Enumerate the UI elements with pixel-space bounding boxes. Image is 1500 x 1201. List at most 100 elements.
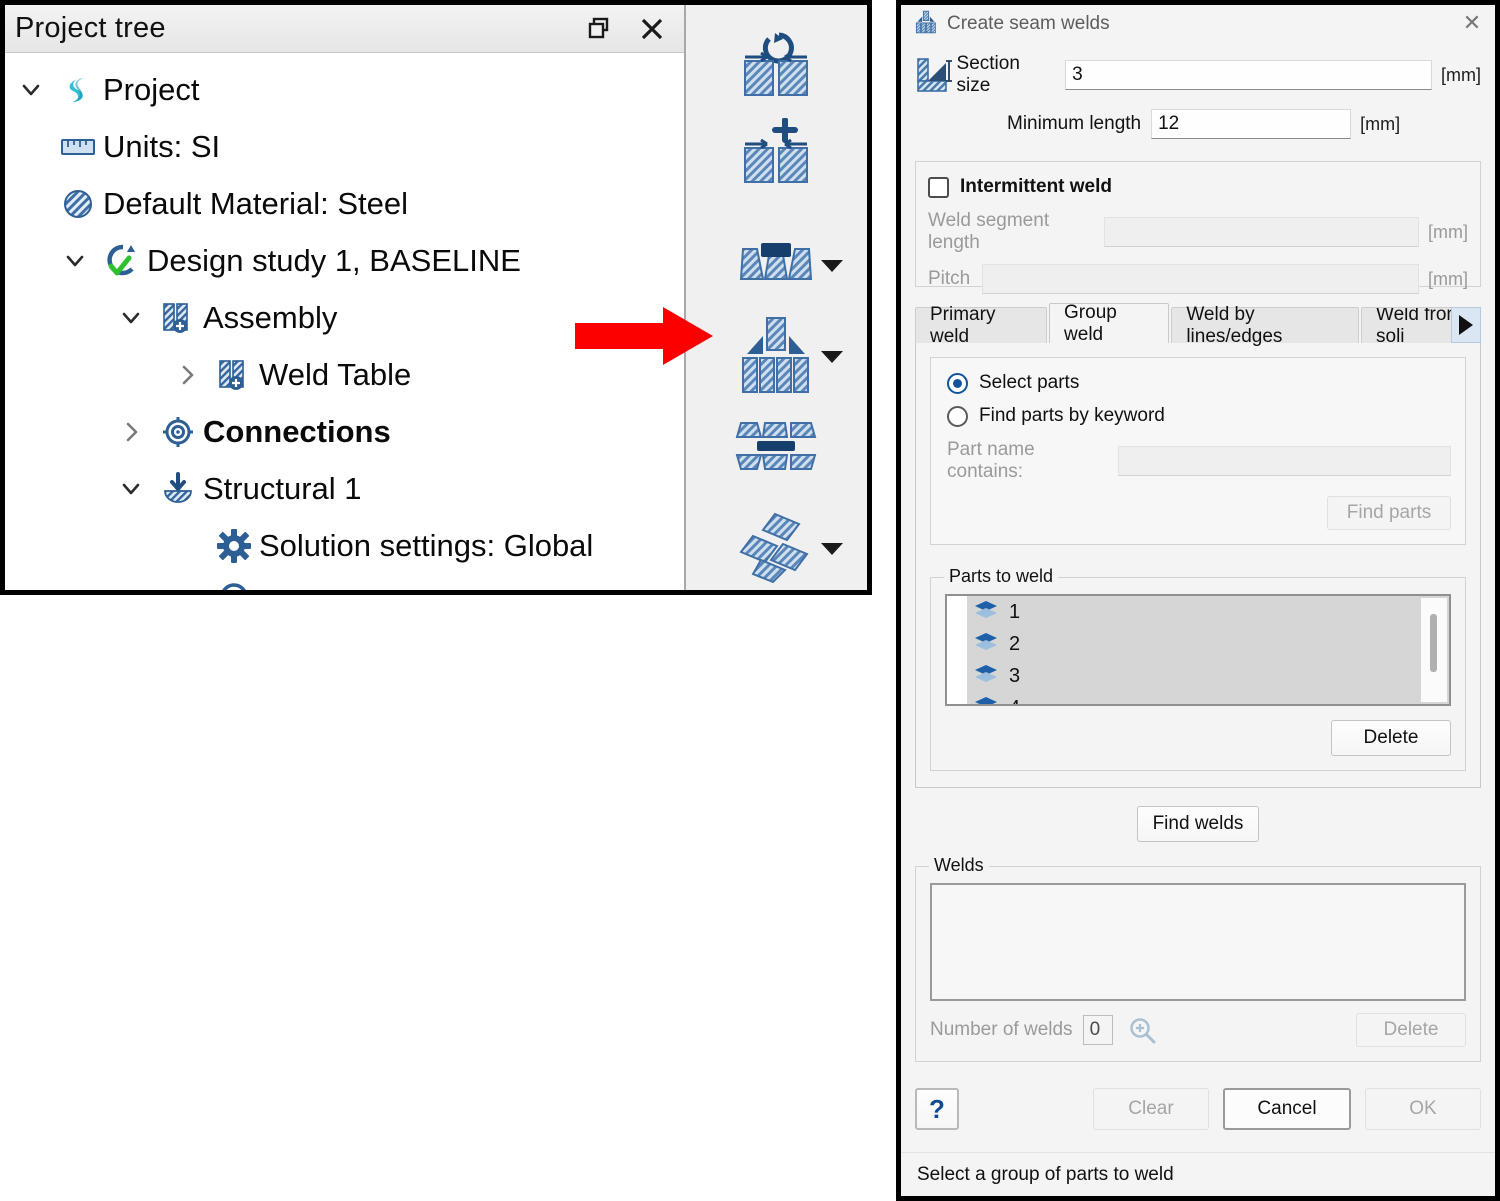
add-welds-tool[interactable] — [686, 112, 867, 199]
tree-item-default-material[interactable]: Default Material: Steel — [5, 175, 684, 232]
radio-find-parts-by-keyword-row[interactable]: Find parts by keyword — [947, 405, 1451, 427]
scrollbar-thumb — [1430, 614, 1437, 672]
weld-fragment-tool[interactable] — [686, 503, 867, 590]
pitch-label: Pitch — [928, 268, 971, 289]
delete-parts-button[interactable]: Delete — [1331, 720, 1451, 756]
clear-button[interactable]: Clear — [1093, 1088, 1209, 1130]
update-welds-tool[interactable] — [686, 25, 867, 112]
number-of-welds-value: 0 — [1082, 1015, 1113, 1045]
weld-segment-length-label: Weld segment length — [928, 210, 1050, 253]
dialog-title: Create seam welds — [947, 13, 1110, 34]
selection-mode-group: Select parts Find parts by keyword Part … — [930, 357, 1466, 545]
section-size-label: Section size — [956, 53, 1020, 96]
tab-primary-weld[interactable]: Primary weld — [915, 304, 1048, 347]
layers-icon — [973, 663, 999, 690]
radio-select-parts-label: Select parts — [979, 372, 1080, 393]
pitch-row: Pitch [mm] — [928, 264, 1468, 294]
tree-item-label: Design study 1, BASELINE — [147, 242, 521, 278]
close-icon[interactable] — [630, 9, 674, 49]
spot-weld-tool[interactable] — [686, 221, 867, 308]
chevron-down-icon[interactable] — [9, 78, 53, 102]
dialog-body: Section size 3 [mm] Minimum length 12 [m… — [901, 43, 1495, 1152]
connections-icon — [153, 412, 203, 452]
tree-item-label: Connections — [203, 413, 391, 449]
find-parts-button[interactable]: Find parts — [1327, 496, 1451, 530]
create-seam-welds-dialog: Create seam welds ✕ Section size 3 [mm] … — [896, 0, 1500, 1201]
chevron-right-icon[interactable] — [109, 420, 153, 444]
dialog-titlebar: Create seam welds ✕ — [901, 5, 1495, 43]
minimum-length-unit: [mm] — [1360, 113, 1401, 134]
chevron-down-icon[interactable] — [53, 249, 97, 273]
structural-icon — [153, 469, 203, 509]
tree-item-label: Default Material: Steel — [103, 185, 408, 221]
project-logo-icon — [53, 70, 103, 110]
tab-weld-by-lines-edges[interactable]: Weld by lines/edges — [1171, 304, 1359, 347]
weld-segment-length-unit: [mm] — [1428, 221, 1468, 242]
status-message: Select a group of parts to weld — [917, 1163, 1174, 1185]
chevron-down-icon[interactable] — [821, 542, 843, 555]
tree-item-connections[interactable]: Connections — [5, 403, 684, 460]
delete-welds-button[interactable]: Delete — [1356, 1013, 1466, 1047]
parts-to-weld-legend: Parts to weld — [944, 566, 1059, 587]
chevron-right-icon[interactable] — [1451, 307, 1481, 343]
red-arrow-annotation — [575, 307, 713, 365]
ok-button[interactable]: OK — [1365, 1088, 1481, 1130]
tree-item-label: Units: SI — [103, 128, 221, 164]
close-icon[interactable]: ✕ — [1455, 7, 1489, 39]
panel-title: Project tree — [15, 12, 166, 44]
weld-toolbar — [685, 5, 867, 590]
cancel-button[interactable]: Cancel — [1223, 1088, 1351, 1130]
list-item[interactable]: 3 — [965, 660, 1449, 692]
tree-item-design-study[interactable]: Design study 1, BASELINE — [5, 232, 684, 289]
dialog-footer: ? Clear Cancel OK — [915, 1088, 1481, 1130]
part-name-contains-label: Part name contains: — [947, 439, 1035, 482]
radio-select-parts-row[interactable]: Select parts — [947, 372, 1451, 394]
tree-item-structural[interactable]: Structural 1 — [5, 460, 684, 517]
weld-mode-tabs: Primary weld Group weld Weld by lines/ed… — [915, 302, 1481, 347]
tab-group-weld[interactable]: Group weld — [1049, 302, 1170, 345]
part-name-contains-row: Part name contains: — [947, 439, 1451, 483]
weld-line-tool[interactable] — [686, 402, 867, 489]
weld-segment-length-input — [1104, 217, 1419, 247]
magnifier-plus-icon[interactable] — [1125, 1014, 1159, 1046]
tree-item-project[interactable]: Project — [5, 61, 684, 118]
radio-select-parts[interactable] — [947, 372, 968, 394]
restore-icon[interactable] — [578, 9, 622, 49]
parts-list-scrollbar[interactable] — [1421, 598, 1447, 702]
parts-to-weld-group: Parts to weld 1 2 3 Delete — [930, 566, 1466, 771]
intermittent-weld-checkbox-row[interactable]: Intermittent weld — [928, 176, 1468, 198]
help-button[interactable]: ? — [915, 1088, 959, 1130]
section-size-row: Section size 3 [mm] — [915, 53, 1481, 97]
chevron-right-icon[interactable] — [165, 363, 209, 387]
project-tree-titlebar: Project tree — [5, 5, 684, 53]
minimum-length-input[interactable]: 12 — [1151, 109, 1352, 139]
dialog-statusbar: Select a group of parts to weld — [901, 1152, 1495, 1196]
minimum-length-row: Minimum length 12 [mm] — [915, 109, 1481, 139]
tree-item-label: Assembly — [203, 299, 338, 335]
assembly-icon — [153, 298, 203, 338]
tree-item-solution-settings[interactable]: Solution settings: Global — [5, 517, 684, 574]
material-disc-icon — [53, 184, 103, 224]
list-item[interactable]: 1 — [965, 596, 1449, 628]
parts-to-weld-list[interactable]: 1 2 3 — [945, 594, 1451, 706]
intermittent-weld-group: Intermittent weld Weld segment length [m… — [915, 161, 1481, 294]
tree-item-label: Structural 1 — [203, 470, 362, 506]
tree-item-units[interactable]: Units: SI — [5, 118, 684, 175]
number-of-welds-label: Number of welds — [930, 1019, 1073, 1040]
chevron-down-icon[interactable] — [821, 350, 843, 363]
list-item[interactable]: 4 — [965, 692, 1449, 704]
seam-weld-icon — [913, 10, 939, 39]
chevron-down-icon[interactable] — [109, 477, 153, 501]
radio-find-parts-by-keyword[interactable] — [947, 405, 968, 427]
ruler-icon — [53, 127, 103, 167]
pitch-unit: [mm] — [1428, 268, 1468, 289]
tree-item-label: Solution settings: Global — [259, 527, 594, 563]
layers-icon — [973, 631, 999, 658]
chevron-down-icon[interactable] — [821, 260, 843, 273]
list-item[interactable]: 2 — [965, 628, 1449, 660]
intermittent-weld-checkbox[interactable] — [928, 176, 949, 198]
section-size-input[interactable]: 3 — [1065, 60, 1432, 90]
welds-list[interactable] — [930, 883, 1466, 1001]
chevron-down-icon[interactable] — [109, 306, 153, 330]
find-welds-button[interactable]: Find welds — [1137, 806, 1259, 842]
